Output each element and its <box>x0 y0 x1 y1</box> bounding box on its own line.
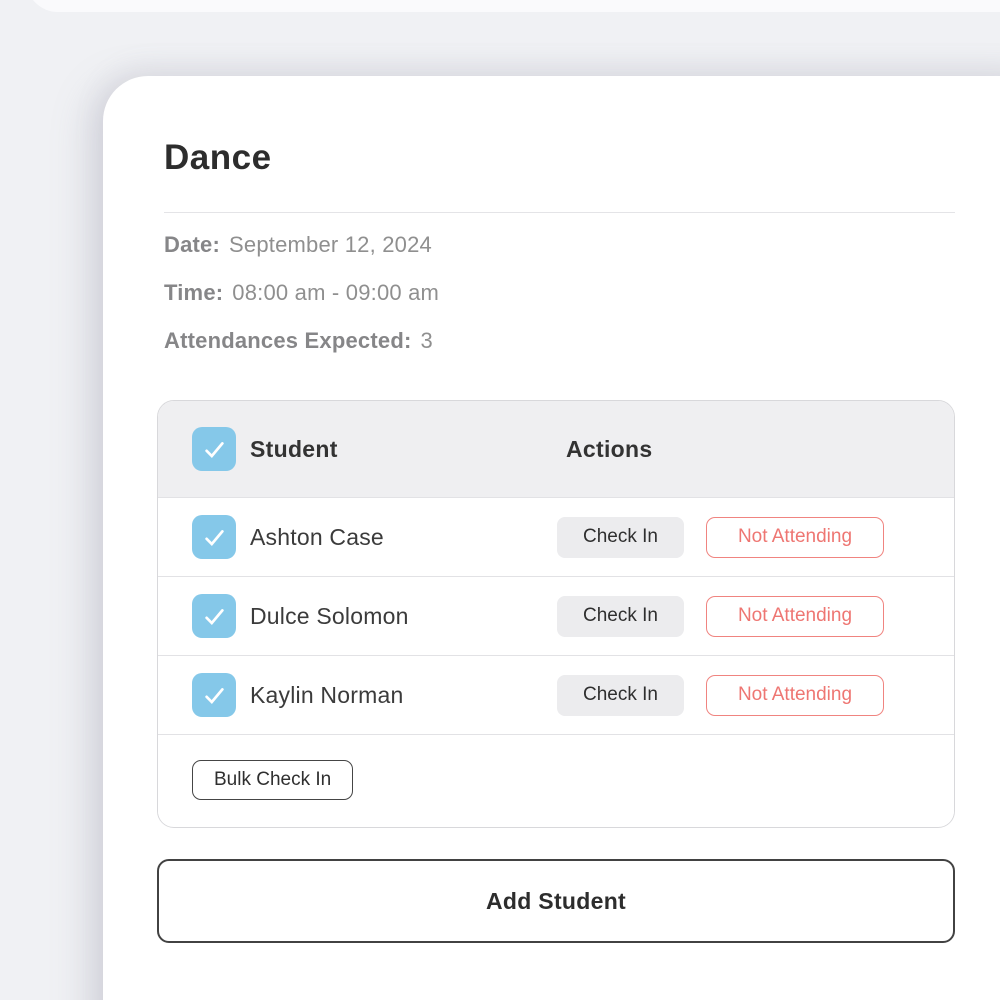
date-row: Date: September 12, 2024 <box>164 232 432 258</box>
add-student-button[interactable]: Add Student <box>157 859 955 943</box>
page-title: Dance <box>164 138 272 178</box>
date-value: September 12, 2024 <box>229 232 432 257</box>
attendances-expected-row: Attendances Expected: 3 <box>164 328 433 354</box>
table-row: Kaylin Norman Check In Not Attending <box>158 656 954 735</box>
time-value: 08:00 am - 09:00 am <box>232 280 439 305</box>
attendance-table: Student Actions Ashton Case Check In Not… <box>157 400 955 828</box>
not-attending-button[interactable]: Not Attending <box>706 675 884 716</box>
attendances-expected-label: Attendances Expected: <box>164 328 412 353</box>
table-row: Dulce Solomon Check In Not Attending <box>158 577 954 656</box>
row-checkbox[interactable] <box>192 673 236 717</box>
student-name: Kaylin Norman <box>250 682 403 709</box>
not-attending-button[interactable]: Not Attending <box>706 596 884 637</box>
time-label: Time: <box>164 280 223 305</box>
checkmark-icon <box>201 603 228 630</box>
student-name: Dulce Solomon <box>250 603 409 630</box>
checkmark-icon <box>201 436 228 463</box>
check-in-button[interactable]: Check In <box>557 675 684 716</box>
select-all-checkbox[interactable] <box>192 427 236 471</box>
row-checkbox[interactable] <box>192 515 236 559</box>
actions-column-header: Actions <box>566 436 652 463</box>
background-panel-corner <box>26 0 1000 12</box>
check-in-button[interactable]: Check In <box>557 596 684 637</box>
row-checkbox[interactable] <box>192 594 236 638</box>
student-column-header: Student <box>250 436 338 463</box>
table-row: Ashton Case Check In Not Attending <box>158 498 954 577</box>
checkmark-icon <box>201 682 228 709</box>
divider <box>164 212 955 213</box>
check-in-button[interactable]: Check In <box>557 517 684 558</box>
table-footer-row: Bulk Check In <box>158 735 954 824</box>
date-label: Date: <box>164 232 220 257</box>
student-name: Ashton Case <box>250 524 384 551</box>
time-row: Time: 08:00 am - 09:00 am <box>164 280 439 306</box>
attendances-expected-value: 3 <box>421 328 433 353</box>
bulk-check-in-button[interactable]: Bulk Check In <box>192 760 353 800</box>
checkmark-icon <box>201 524 228 551</box>
not-attending-button[interactable]: Not Attending <box>706 517 884 558</box>
table-header-row: Student Actions <box>158 401 954 498</box>
